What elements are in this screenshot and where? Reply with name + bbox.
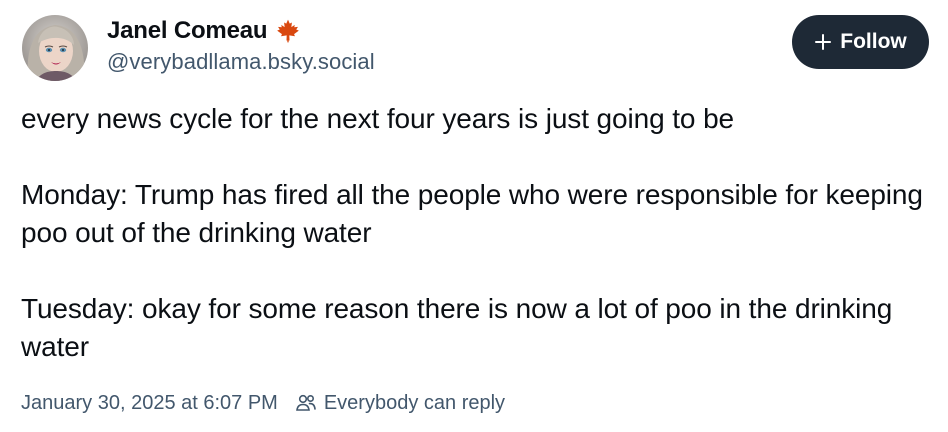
post-text: every news cycle for the next four years…	[21, 100, 936, 366]
post-paragraph: every news cycle for the next four years…	[21, 103, 735, 134]
follow-button[interactable]: Follow	[792, 15, 929, 69]
follow-button-label: Follow	[840, 30, 907, 53]
avatar[interactable]	[22, 15, 88, 81]
post-timestamp[interactable]: January 30, 2025 at 6:07 PM	[21, 392, 278, 415]
reply-setting-label: Everybody can reply	[323, 391, 506, 414]
post-meta: January 30, 2025 at 6:07 PM Everybody ca…	[21, 388, 505, 418]
author-handle[interactable]: @verybadllama.bsky.social	[107, 49, 375, 75]
plus-icon	[814, 33, 832, 51]
post-card: Janel Comeau @verybadllama.bsky.social F…	[0, 0, 948, 432]
author-name-row: Janel Comeau	[107, 14, 301, 48]
post-paragraph: Monday: Trump has fired all the people w…	[21, 179, 923, 248]
reply-setting[interactable]: Everybody can reply	[294, 391, 505, 415]
people-icon	[294, 391, 318, 415]
author-display-name[interactable]: Janel Comeau	[107, 17, 268, 45]
maple-leaf-icon	[275, 18, 301, 44]
post-paragraph: Tuesday: okay for some reason there is n…	[21, 293, 893, 362]
avatar-photo	[22, 15, 88, 81]
